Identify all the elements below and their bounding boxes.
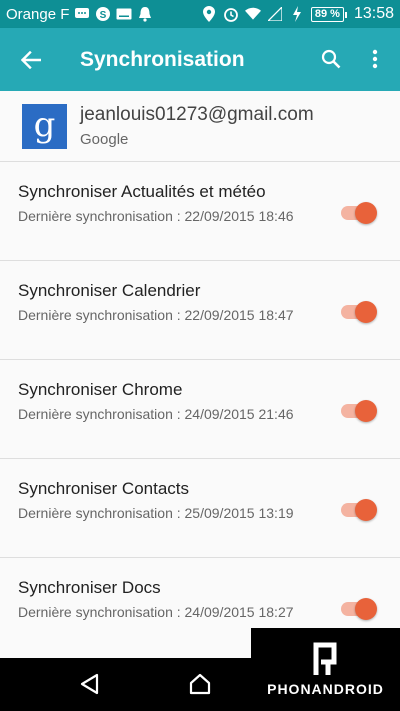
signal-icon [267,6,283,22]
battery-level: 89 % [310,6,348,22]
sync-item-contacts[interactable]: Synchroniser Contacts Dernière synchroni… [0,459,400,558]
account-header: g jeanlouis01273@gmail.com Google [0,91,400,162]
notification-bell-icon [137,6,153,22]
status-bar: Orange F S 89 % 13:58 [0,0,400,28]
sync-toggle[interactable] [340,300,378,324]
alarm-icon [223,6,239,22]
charging-icon [289,6,305,22]
more-options-button[interactable] [360,44,390,74]
carrier-label: Orange F [6,5,70,23]
watermark-text: PHONANDROID [267,681,384,697]
svg-text:S: S [100,10,107,21]
triangle-back-icon [80,673,99,695]
sync-item-title: Synchroniser Chrome [18,380,183,399]
skype-icon: S [95,6,111,22]
sync-item-subtitle: Dernière synchronisation : 22/09/2015 18… [18,208,294,224]
nav-back-button[interactable] [78,672,102,696]
home-icon [189,673,211,695]
search-icon [321,49,341,69]
wifi-icon [244,6,261,22]
sync-item-calendrier[interactable]: Synchroniser Calendrier Dernière synchro… [0,261,400,360]
account-email: jeanlouis01273@gmail.com [80,104,314,125]
google-logo-icon: g [22,104,67,149]
sync-toggle[interactable] [340,399,378,423]
watermark: PHONANDROID [251,628,400,711]
nav-home-button[interactable] [188,672,212,696]
messages-icon [74,6,90,22]
sync-item-title: Synchroniser Calendrier [18,281,201,300]
search-button[interactable] [316,44,346,74]
sync-toggle[interactable] [340,597,378,621]
sync-item-title: Synchroniser Actualités et météo [18,182,266,201]
sync-item-subtitle: Dernière synchronisation : 25/09/2015 13… [18,505,294,521]
sync-item-subtitle: Dernière synchronisation : 24/09/2015 21… [18,406,294,422]
sync-toggle[interactable] [340,201,378,225]
status-time: 13:58 [353,5,394,22]
app-bar: Synchronisation [0,28,400,91]
keyboard-icon [116,6,132,22]
sync-item-subtitle: Dernière synchronisation : 24/09/2015 18… [18,604,294,620]
sync-toggle[interactable] [340,498,378,522]
sync-item-actualites[interactable]: Synchroniser Actualités et météo Dernièr… [0,162,400,261]
arrow-left-icon [21,50,41,69]
phonandroid-logo-icon [313,642,337,675]
sync-item-chrome[interactable]: Synchroniser Chrome Dernière synchronisa… [0,360,400,459]
account-type: Google [80,131,129,148]
back-button[interactable] [0,28,62,91]
page-title: Synchronisation [80,47,245,71]
more-vert-icon [372,49,378,69]
location-icon [201,6,217,22]
sync-item-title: Synchroniser Contacts [18,479,190,498]
sync-list: Synchroniser Actualités et météo Dernièr… [0,162,400,658]
sync-item-title: Synchroniser Docs [18,578,161,597]
sync-item-subtitle: Dernière synchronisation : 22/09/2015 18… [18,307,294,323]
